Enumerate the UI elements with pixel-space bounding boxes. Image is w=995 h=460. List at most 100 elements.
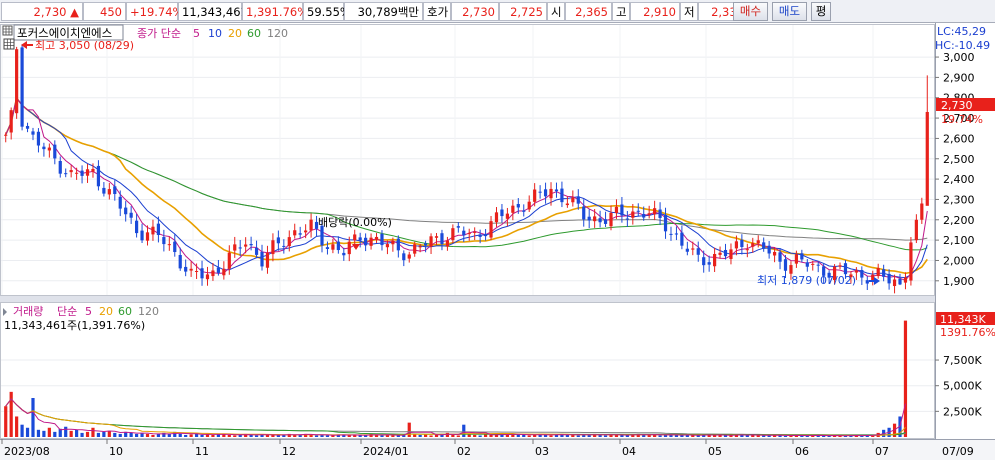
candle-body[interactable] bbox=[756, 240, 760, 244]
candle-body[interactable] bbox=[892, 279, 897, 287]
volume-bar[interactable] bbox=[527, 435, 531, 437]
volume-bar[interactable] bbox=[189, 434, 193, 437]
candle-body[interactable] bbox=[800, 253, 804, 260]
candle-body[interactable] bbox=[189, 268, 193, 271]
candle-body[interactable] bbox=[325, 247, 330, 249]
candle-body[interactable] bbox=[4, 134, 8, 136]
candle-body[interactable] bbox=[751, 243, 755, 247]
candle-body[interactable] bbox=[434, 236, 439, 238]
candle-body[interactable] bbox=[865, 280, 869, 284]
candle-body[interactable] bbox=[124, 207, 128, 215]
candle-body[interactable] bbox=[614, 206, 619, 213]
candle-body[interactable] bbox=[145, 232, 150, 241]
volume-bar[interactable] bbox=[102, 431, 106, 437]
volume-bar[interactable] bbox=[276, 435, 280, 437]
candle-body[interactable] bbox=[238, 247, 242, 249]
candle-body[interactable] bbox=[576, 196, 580, 204]
volume-bar[interactable] bbox=[91, 427, 95, 437]
volume-bar[interactable] bbox=[489, 434, 493, 437]
volume-bar[interactable] bbox=[184, 434, 188, 437]
candle-body[interactable] bbox=[118, 196, 122, 209]
volume-bar[interactable] bbox=[15, 416, 19, 437]
volume-bar[interactable] bbox=[522, 434, 526, 437]
volume-bar[interactable] bbox=[47, 427, 51, 437]
candle-body[interactable] bbox=[914, 219, 918, 241]
candle-body[interactable] bbox=[456, 226, 460, 228]
volume-bar[interactable] bbox=[462, 424, 466, 437]
ma-5-label[interactable]: 5 bbox=[193, 27, 200, 40]
candle-body[interactable] bbox=[265, 252, 270, 268]
candle-body[interactable] bbox=[113, 186, 117, 195]
volume-bar[interactable] bbox=[254, 435, 259, 437]
candle-body[interactable] bbox=[903, 277, 908, 283]
candle-body[interactable] bbox=[587, 216, 591, 221]
candle-body[interactable] bbox=[925, 111, 929, 206]
volume-bar[interactable] bbox=[783, 435, 788, 437]
candle-body[interactable] bbox=[898, 278, 902, 285]
volume-bar[interactable] bbox=[42, 430, 46, 437]
volume-bar[interactable] bbox=[691, 435, 695, 437]
candle-body[interactable] bbox=[216, 267, 220, 273]
candle-body[interactable] bbox=[25, 125, 30, 129]
vol-ma-20-label[interactable]: 20 bbox=[99, 305, 113, 318]
candle-body[interactable] bbox=[194, 270, 199, 272]
candle-body[interactable] bbox=[554, 189, 559, 192]
volume-bar[interactable] bbox=[314, 435, 319, 437]
candle-body[interactable] bbox=[674, 233, 679, 235]
volume-bar[interactable] bbox=[473, 434, 477, 437]
candle-body[interactable] bbox=[783, 259, 788, 271]
candle-body[interactable] bbox=[582, 206, 586, 220]
candle-body[interactable] bbox=[549, 188, 553, 199]
candle-body[interactable] bbox=[31, 131, 35, 135]
candle-body[interactable] bbox=[636, 210, 640, 212]
candle-body[interactable] bbox=[527, 201, 531, 210]
candle-body[interactable] bbox=[522, 210, 526, 212]
volume-bar[interactable] bbox=[96, 432, 101, 437]
candle-body[interactable] bbox=[445, 240, 450, 247]
volume-bar[interactable] bbox=[227, 434, 231, 437]
volume-bar[interactable] bbox=[347, 435, 351, 437]
volume-bar[interactable] bbox=[533, 434, 537, 437]
volume-bar[interactable] bbox=[418, 434, 422, 437]
candle-body[interactable] bbox=[178, 255, 182, 269]
candle-body[interactable] bbox=[254, 247, 259, 255]
candle-body[interactable] bbox=[407, 254, 411, 259]
candle-body[interactable] bbox=[854, 270, 858, 273]
candle-body[interactable] bbox=[293, 230, 297, 236]
sell-button[interactable]: 매도 bbox=[772, 2, 807, 21]
volume-bar[interactable] bbox=[391, 435, 395, 437]
candle-body[interactable] bbox=[631, 211, 635, 218]
volume-bar[interactable] bbox=[80, 432, 84, 437]
candle-body[interactable] bbox=[473, 231, 477, 233]
candle-body[interactable] bbox=[871, 274, 875, 281]
volume-bar[interactable] bbox=[434, 434, 439, 437]
volume-bar[interactable] bbox=[603, 435, 608, 437]
candle-body[interactable] bbox=[462, 230, 466, 236]
volume-bar[interactable] bbox=[576, 435, 580, 437]
volume-bar[interactable] bbox=[713, 435, 717, 437]
candle-body[interactable] bbox=[609, 212, 613, 227]
candle-body[interactable] bbox=[167, 244, 171, 246]
candle-body[interactable] bbox=[162, 237, 166, 245]
volume-bar[interactable] bbox=[598, 434, 602, 437]
candle-body[interactable] bbox=[233, 244, 237, 251]
candle-body[interactable] bbox=[603, 219, 608, 224]
candle-body[interactable] bbox=[451, 228, 455, 241]
volume-bar[interactable] bbox=[827, 435, 831, 437]
volume-bar[interactable] bbox=[571, 434, 575, 437]
candle-body[interactable] bbox=[374, 236, 379, 240]
stock-chart[interactable]: 3,0002,9002,8002,7002,6002,5002,4002,300… bbox=[0, 23, 995, 460]
volume-bar[interactable] bbox=[478, 435, 482, 437]
candle-body[interactable] bbox=[9, 110, 13, 133]
candle-body[interactable] bbox=[107, 189, 111, 195]
candle-body[interactable] bbox=[505, 213, 509, 219]
candle-body[interactable] bbox=[211, 270, 215, 277]
candle-body[interactable] bbox=[244, 244, 248, 247]
candle-body[interactable] bbox=[364, 237, 368, 246]
candle-body[interactable] bbox=[85, 169, 90, 176]
candle-body[interactable] bbox=[816, 264, 820, 266]
candle-body[interactable] bbox=[156, 223, 161, 236]
candle-body[interactable] bbox=[58, 160, 62, 174]
volume-bar[interactable] bbox=[805, 435, 809, 437]
candle-body[interactable] bbox=[353, 234, 357, 241]
